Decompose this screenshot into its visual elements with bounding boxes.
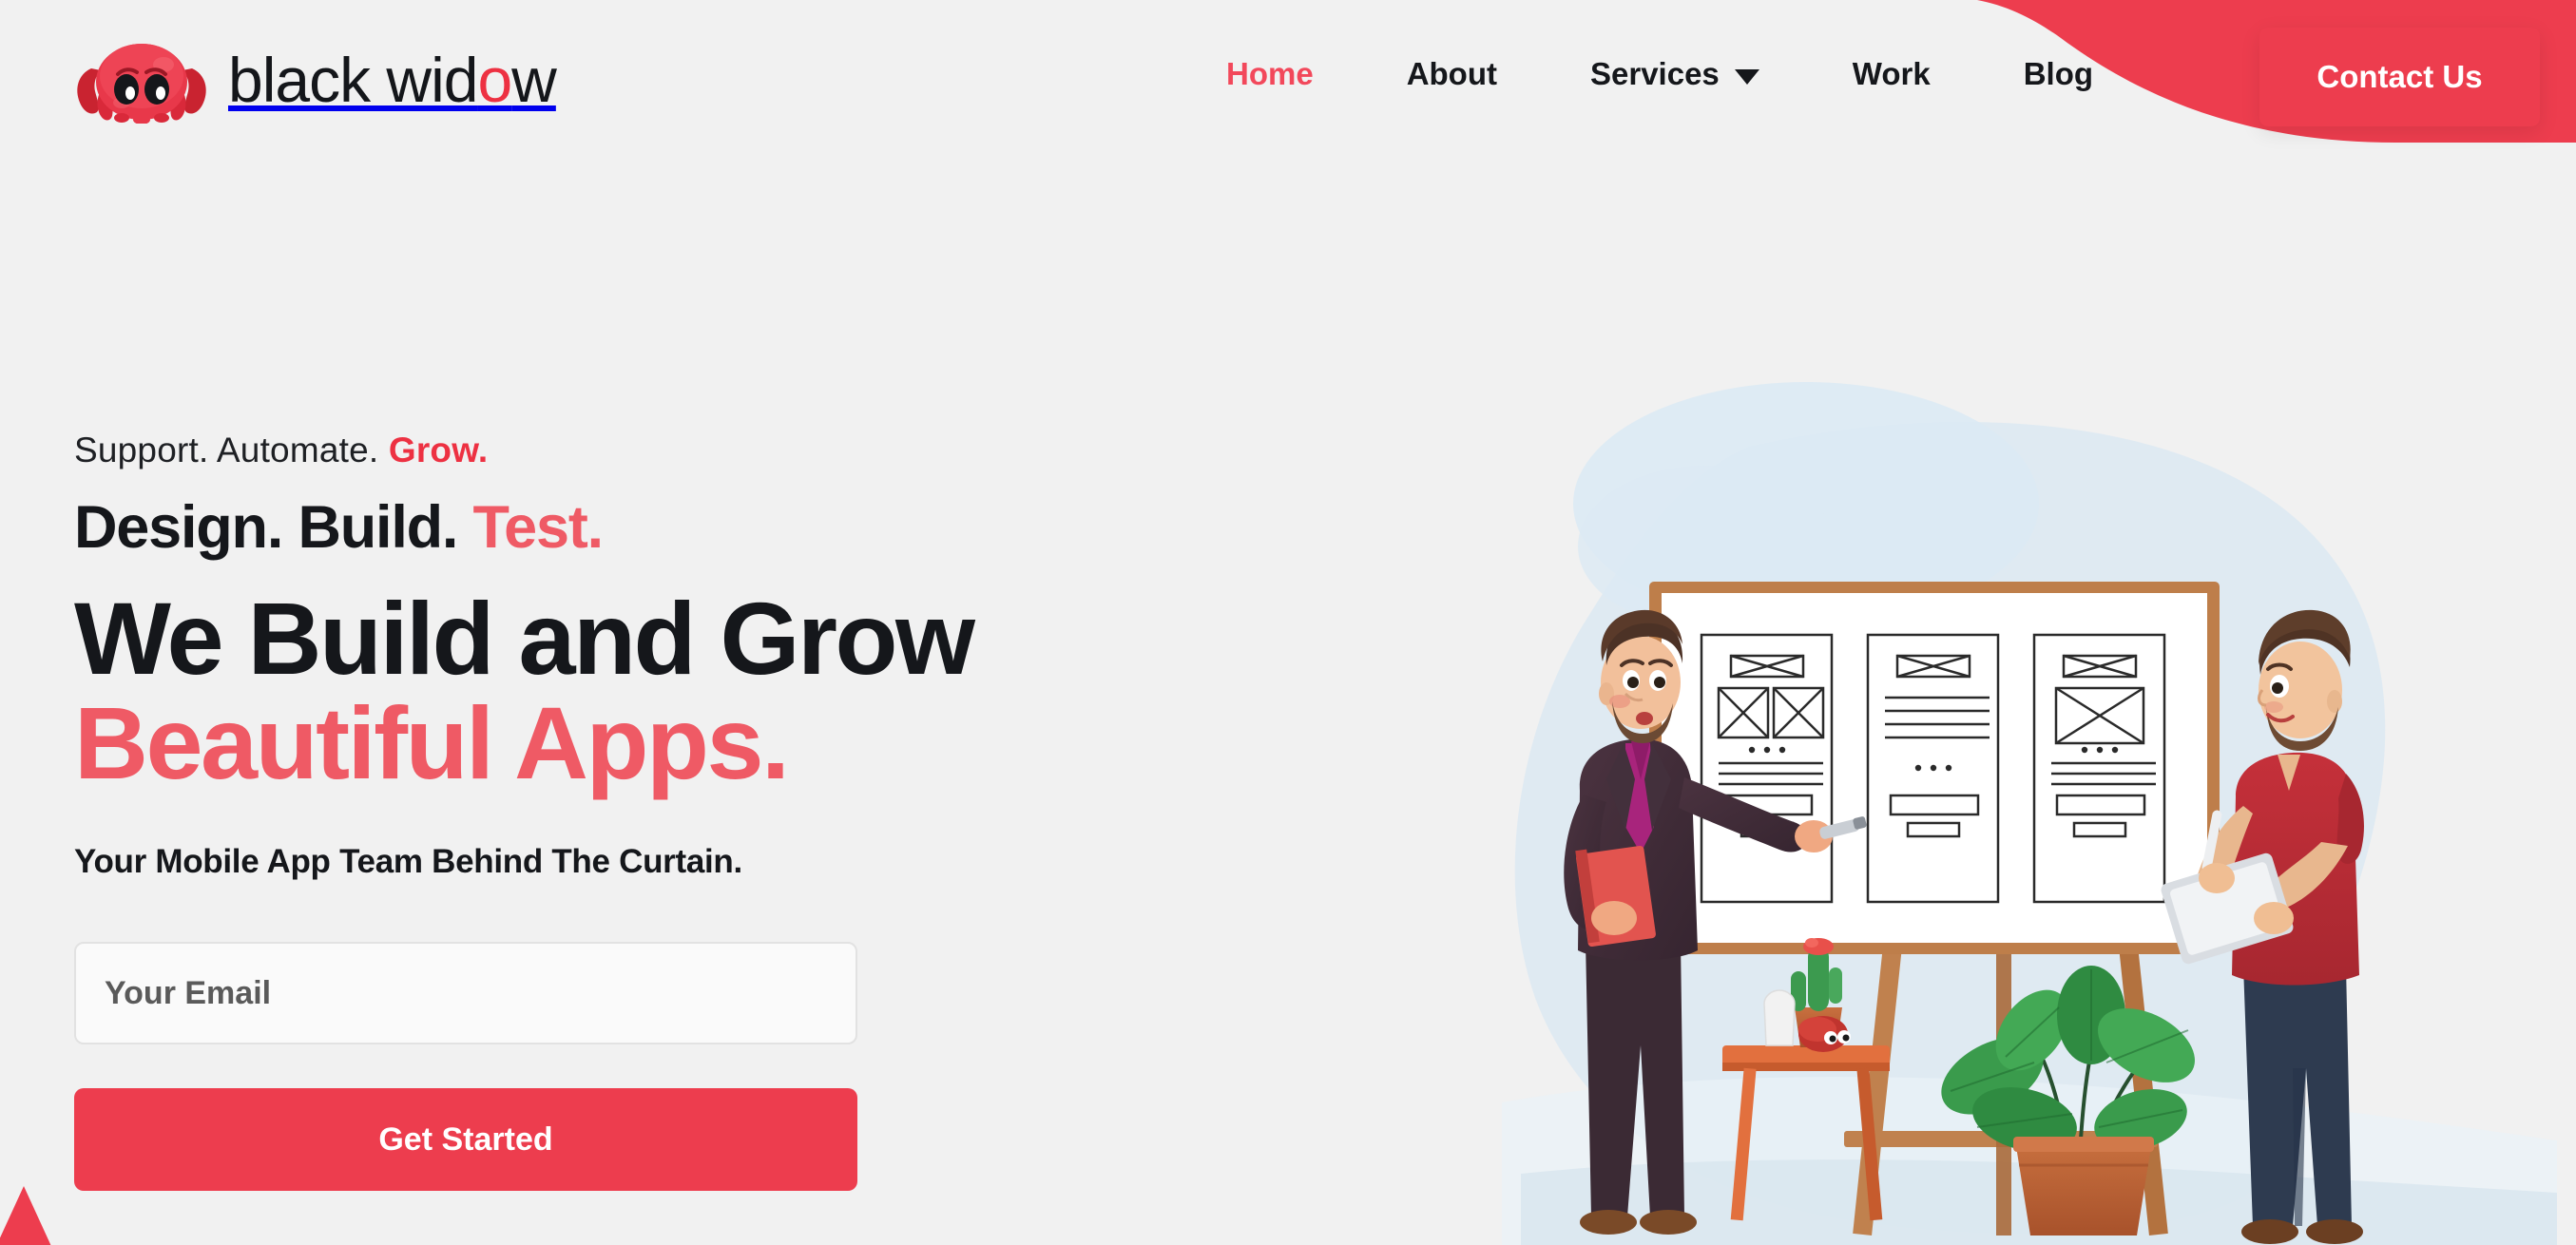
hero-submit-button[interactable]: Get Started	[74, 1088, 857, 1192]
hero-eyebrow: Support. Automate. Grow.	[74, 430, 1262, 471]
plant-pot	[2015, 1140, 2152, 1235]
hero-eyebrow-plain: Support. Automate.	[74, 431, 389, 469]
contact-us-button[interactable]: Contact Us	[2259, 28, 2540, 126]
email-input[interactable]	[74, 942, 857, 1045]
hand-tablet	[2254, 902, 2294, 934]
nav-item-work[interactable]: Work	[1853, 55, 1931, 93]
nav-label-about: About	[1406, 56, 1497, 91]
shoe-left	[1580, 1210, 1637, 1235]
nav-item-home[interactable]: Home	[1226, 55, 1314, 93]
nav-item-blog[interactable]: Blog	[2024, 55, 2093, 93]
site-header: black widow Home About Services Work Blo…	[0, 0, 2576, 179]
nav-item-about[interactable]: About	[1407, 55, 1497, 93]
brand-logo-link[interactable]: black widow	[72, 36, 557, 124]
spider-mascot-icon	[77, 44, 206, 124]
shoe-left	[2241, 1219, 2298, 1244]
white-cup	[1763, 989, 1796, 1046]
brand-text-part-1: black wid	[228, 45, 478, 115]
brand-text-accent-o: o	[477, 45, 512, 115]
brand-wordmark: black widow	[228, 48, 557, 111]
book-hand	[1591, 901, 1637, 935]
hero-submit-label: Get Started	[378, 1120, 553, 1158]
hero-subtitle-accent: Test.	[472, 494, 605, 562]
nav-item-services[interactable]: Services	[1590, 55, 1759, 93]
hero-headline-line-2: Beautiful Apps.	[74, 685, 790, 801]
shoe-right	[2306, 1219, 2363, 1244]
chevron-down-icon	[1734, 68, 1759, 85]
hero-subtitle-plain: Design. Build.	[74, 494, 473, 562]
nav-label-work: Work	[1852, 56, 1931, 91]
hero-headline: We Build and Grow Beautiful Apps.	[74, 585, 1262, 801]
hero-subtitle-line: Design. Build. Test.	[74, 494, 1262, 562]
nav-label-home: Home	[1226, 56, 1314, 91]
brand-text-part-2: w	[511, 45, 557, 115]
shoe-right	[1640, 1210, 1697, 1235]
nav-label-services: Services	[1589, 56, 1720, 91]
contact-us-label: Contact Us	[2316, 59, 2483, 94]
hero-subheading: Your Mobile App Team Behind The Curtain.	[74, 843, 742, 881]
hand-stylus	[2199, 863, 2235, 893]
hero-headline-line-1: We Build and Grow	[74, 580, 975, 696]
mouth	[1636, 712, 1653, 725]
hero-content: Support. Automate. Grow. Design. Build. …	[74, 430, 1262, 1192]
whiteboard	[1649, 582, 2220, 954]
nav-label-blog: Blog	[2023, 56, 2094, 91]
red-arrow-marker	[0, 1186, 51, 1245]
main-navigation: Home About Services Work Blog	[1226, 55, 2186, 93]
hero-eyebrow-accent: Grow.	[388, 431, 489, 469]
hero-illustration	[1502, 382, 2557, 1245]
